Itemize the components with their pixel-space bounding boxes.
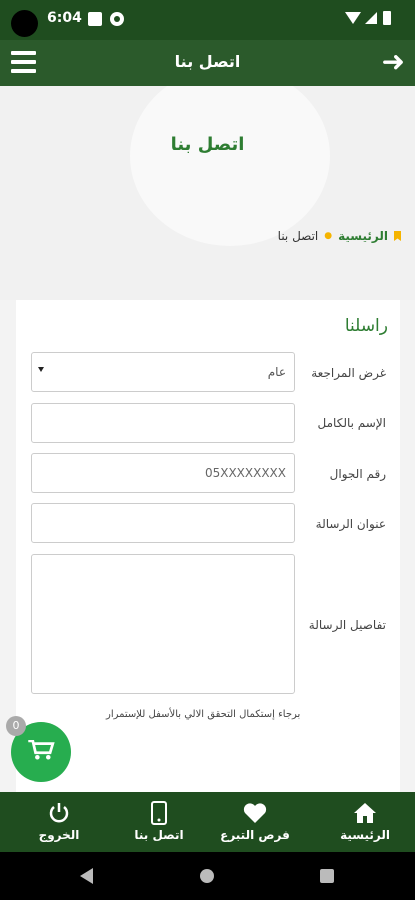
mobile-placeholder: 05XXXXXXXX: [204, 466, 286, 480]
system-recents-icon[interactable]: [320, 869, 334, 883]
full-name-field[interactable]: [31, 403, 295, 443]
nav-home-label: الرئيسية: [340, 828, 390, 842]
bottom-nav: الرئيسية فرص التبرع اتصل بنا الخروج: [0, 792, 415, 852]
system-nav-bar: [0, 852, 415, 900]
bookmark-icon: [394, 231, 401, 241]
nav-donations[interactable]: فرص التبرع: [205, 792, 305, 852]
status-icons: [345, 9, 405, 29]
details-label: تفاصيل الرسالة: [308, 618, 386, 632]
status-bar: 6:04: [0, 0, 415, 40]
mobile-field[interactable]: 05XXXXXXXX: [31, 453, 295, 493]
captcha-note: برجاء إستكمال التحقق الالي بالأسفل للإست…: [106, 709, 301, 720]
purpose-label: غرض المراجعة: [311, 366, 386, 380]
full-name-label: الإسم بالكامل: [317, 416, 386, 430]
cart-icon: [28, 740, 55, 760]
home-icon: [354, 803, 376, 823]
system-home-icon[interactable]: [200, 869, 214, 883]
app-bar-title: اتصل بنا: [174, 52, 241, 71]
breadcrumb: الرئيسية ● اتصل بنا: [278, 229, 401, 243]
heart-icon: [243, 803, 267, 823]
power-icon: [49, 803, 69, 823]
status-time: 6:04: [47, 10, 82, 26]
battery-icon: [383, 11, 391, 25]
signal-icon: [365, 12, 377, 24]
sync-icon: [110, 12, 124, 26]
phone-icon: [151, 801, 167, 825]
wifi-icon: [345, 12, 361, 24]
breadcrumb-separator-icon: ●: [324, 231, 333, 241]
breadcrumb-home[interactable]: الرئيسية: [338, 229, 388, 243]
subject-field[interactable]: [31, 503, 295, 543]
subject-label: عنوان الرسالة: [315, 517, 386, 531]
notification-icon: [88, 12, 102, 26]
nav-contact[interactable]: اتصل بنا: [109, 792, 209, 852]
nav-contact-label: اتصل بنا: [134, 828, 184, 842]
breadcrumb-current: اتصل بنا: [277, 229, 319, 243]
purpose-select[interactable]: عام: [31, 352, 295, 392]
nav-logout[interactable]: الخروج: [9, 792, 109, 852]
watermark-logo: [130, 86, 330, 246]
chevron-down-icon: [38, 367, 44, 372]
mobile-label: رقم الجوال: [329, 467, 386, 481]
contact-form: راسلنا غرض المراجعة عام الإسم بالكامل رق…: [16, 300, 400, 800]
cart-count-badge: 0: [6, 716, 26, 736]
app-bar: اتصل بنا ➜: [0, 40, 415, 86]
form-title: راسلنا: [344, 316, 388, 336]
page-title: اتصل بنا: [170, 134, 245, 155]
nav-donations-label: فرص التبرع: [220, 828, 290, 842]
camera-cutout: [11, 10, 38, 37]
purpose-value: عام: [267, 365, 286, 379]
hero-banner: اتصل بنا الرئيسية ● اتصل بنا: [0, 86, 415, 300]
details-textarea[interactable]: [31, 554, 295, 694]
nav-logout-label: الخروج: [38, 828, 80, 842]
system-back-icon[interactable]: [80, 868, 93, 884]
arrow-right-icon[interactable]: ➜: [382, 46, 405, 78]
nav-home[interactable]: الرئيسية: [315, 792, 415, 852]
